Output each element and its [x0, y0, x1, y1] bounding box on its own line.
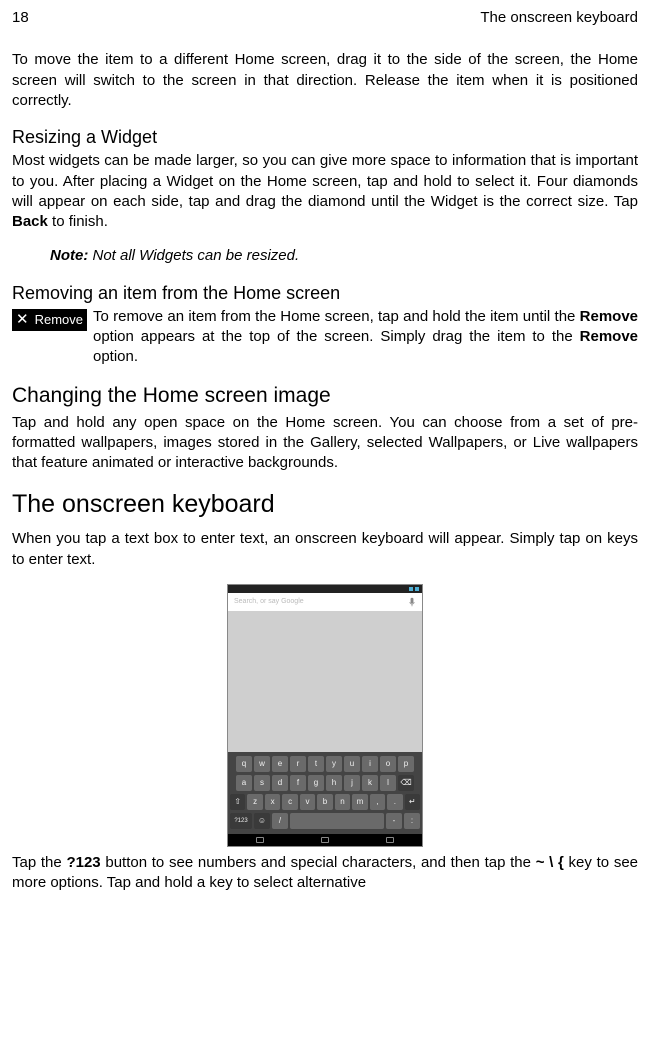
paragraph-keyboard-intro: When you tap a text box to enter text, a…: [12, 529, 638, 570]
phone-frame: Search, or say Google q w e r t y u i o …: [227, 584, 423, 847]
key-s[interactable]: s: [254, 775, 270, 791]
key-f[interactable]: f: [290, 775, 306, 791]
key-period[interactable]: .: [387, 794, 402, 810]
note-label: Note:: [50, 247, 88, 264]
key-c[interactable]: c: [282, 794, 297, 810]
key-e[interactable]: e: [272, 756, 288, 772]
key-o[interactable]: o: [380, 756, 396, 772]
key-emoji[interactable]: ☺: [254, 813, 270, 829]
close-icon: ✕: [16, 312, 29, 327]
nav-back-icon[interactable]: [256, 837, 264, 843]
key-z[interactable]: z: [247, 794, 262, 810]
paragraph-resizing: Most widgets can be made larger, so you …: [12, 151, 638, 232]
key-slash[interactable]: /: [272, 813, 288, 829]
paragraph-keyboard-tail: Tap the ?123 button to see numbers and s…: [12, 853, 638, 894]
key-comma[interactable]: ,: [370, 794, 385, 810]
search-input[interactable]: Search, or say Google: [234, 597, 404, 606]
key-r[interactable]: r: [290, 756, 306, 772]
key-h[interactable]: h: [326, 775, 342, 791]
header-title: The onscreen keyboard: [480, 8, 638, 28]
status-bar: [228, 585, 422, 593]
search-bar[interactable]: Search, or say Google: [228, 593, 422, 611]
heading-changing-image: Changing the Home screen image: [12, 382, 638, 410]
key-i[interactable]: i: [362, 756, 378, 772]
key-q[interactable]: q: [236, 756, 252, 772]
nav-recent-icon[interactable]: [386, 837, 394, 843]
signal-icon: [409, 587, 413, 591]
keyboard-row-3: ⇧ z x c v b n m , . ↵: [230, 794, 420, 810]
key-colon[interactable]: :: [404, 813, 420, 829]
onscreen-keyboard[interactable]: q w e r t y u i o p a s d f g h j k l: [228, 752, 422, 834]
phone-screenshot: Search, or say Google q w e r t y u i o …: [12, 584, 638, 847]
key-t[interactable]: t: [308, 756, 324, 772]
key-dash[interactable]: -: [386, 813, 402, 829]
heading-removing-item: Removing an item from the Home screen: [12, 281, 638, 305]
key-space[interactable]: [290, 813, 384, 829]
key-a[interactable]: a: [236, 775, 252, 791]
key-w[interactable]: w: [254, 756, 270, 772]
page-number: 18: [12, 8, 29, 28]
paragraph-removing: To remove an item from the Home screen, …: [93, 307, 638, 368]
heading-onscreen-keyboard: The onscreen keyboard: [12, 488, 638, 522]
key-symbols[interactable]: ?123: [230, 813, 252, 829]
key-k[interactable]: k: [362, 775, 378, 791]
keyboard-row-1: q w e r t y u i o p: [230, 756, 420, 772]
note-resizing: Note: Not all Widgets can be resized.: [50, 246, 638, 266]
remove-chip: ✕ Remove: [12, 309, 87, 331]
key-y[interactable]: y: [326, 756, 342, 772]
keyboard-row-2: a s d f g h j k l ⌫: [230, 775, 420, 791]
key-shift[interactable]: ⇧: [230, 794, 245, 810]
key-d[interactable]: d: [272, 775, 288, 791]
key-p[interactable]: p: [398, 756, 414, 772]
key-enter[interactable]: ↵: [405, 794, 420, 810]
heading-resizing-widget: Resizing a Widget: [12, 125, 638, 149]
keyboard-row-4: ?123 ☺ / - :: [230, 813, 420, 829]
mic-icon[interactable]: [408, 597, 416, 607]
key-j[interactable]: j: [344, 775, 360, 791]
android-navbar: [228, 834, 422, 846]
battery-icon: [415, 587, 419, 591]
key-v[interactable]: v: [300, 794, 315, 810]
key-b[interactable]: b: [317, 794, 332, 810]
paragraph-move-item: To move the item to a different Home scr…: [12, 50, 638, 111]
key-g[interactable]: g: [308, 775, 324, 791]
key-u[interactable]: u: [344, 756, 360, 772]
remove-chip-label: Remove: [35, 311, 83, 329]
key-backspace[interactable]: ⌫: [398, 775, 414, 791]
key-x[interactable]: x: [265, 794, 280, 810]
key-m[interactable]: m: [352, 794, 367, 810]
key-n[interactable]: n: [335, 794, 350, 810]
paragraph-changing: Tap and hold any open space on the Home …: [12, 413, 638, 474]
page-header: 18 The onscreen keyboard: [12, 8, 638, 28]
removing-block: ✕ Remove To remove an item from the Home…: [12, 307, 638, 368]
key-l[interactable]: l: [380, 775, 396, 791]
phone-content-area: [228, 611, 422, 752]
nav-home-icon[interactable]: [321, 837, 329, 843]
